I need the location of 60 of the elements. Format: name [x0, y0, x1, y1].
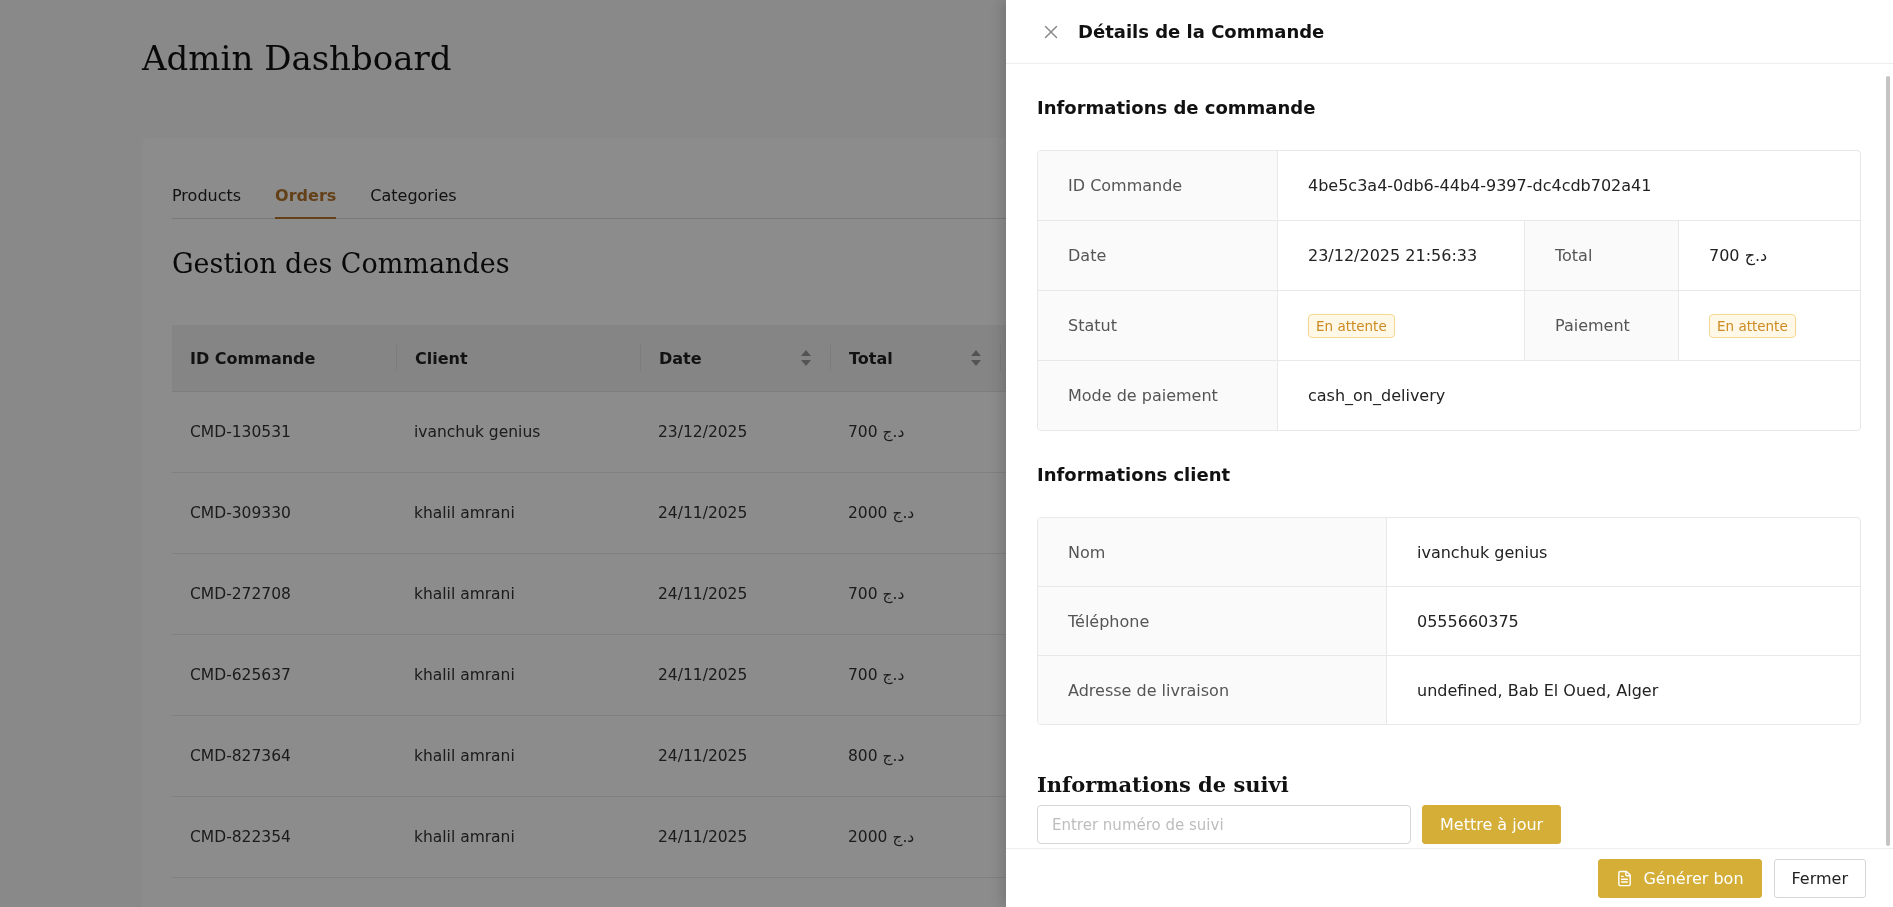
status-badge: En attente — [1709, 313, 1796, 338]
table-cell-text: 700 د.ج — [847, 423, 906, 441]
field-value: 4be5c3a4-0db6-44b4-9397-dc4cdb702a41 — [1308, 176, 1652, 195]
table-cell-text: khalil amrani — [413, 585, 516, 603]
field-label: Date — [1038, 221, 1277, 290]
table-cell-text: khalil amrani — [413, 504, 516, 522]
tracking-input[interactable]: Entrer numéro de suivi — [1037, 805, 1411, 844]
tab[interactable]: Products — [172, 178, 242, 219]
sort-icon[interactable] — [800, 349, 812, 367]
section-heading: Informations de suivi — [1037, 771, 1290, 799]
field-label: Adresse de livraison — [1038, 656, 1386, 724]
column-header: ID Commande — [190, 348, 316, 368]
field-value: 23/12/2025 21:56:33 — [1308, 246, 1478, 265]
table-cell-text: 2000 د.ج — [847, 828, 916, 846]
table-cell-text: khalil amrani — [413, 828, 516, 846]
field-label: Nom — [1038, 518, 1386, 586]
tab[interactable]: Categories — [370, 178, 457, 219]
close-button[interactable]: Fermer — [1773, 858, 1866, 898]
section-heading: Informations client — [1037, 462, 1232, 487]
field-label: Téléphone — [1038, 587, 1386, 655]
section-heading: Informations de commande — [1037, 95, 1317, 120]
section-title: Gestion des Commandes — [172, 247, 510, 281]
status-badge: En attente — [1308, 313, 1395, 338]
field-label: Paiement — [1524, 291, 1678, 360]
document-icon — [1616, 869, 1634, 887]
table-cell-text: khalil amrani — [413, 666, 516, 684]
table-cell-text: 24/11/2025 — [657, 666, 749, 684]
table-cell-text: 700 د.ج — [847, 666, 906, 684]
field-value: cash_on_delivery — [1308, 386, 1446, 405]
table-cell-text: 24/11/2025 — [657, 585, 749, 603]
field-label: ID Commande — [1038, 151, 1277, 220]
table-cell-text: CMD-130531 — [189, 423, 292, 441]
sort-icon[interactable] — [970, 349, 982, 367]
table-cell-text: CMD-827364 — [189, 747, 292, 765]
table-cell-text: 24/11/2025 — [657, 747, 749, 765]
table-cell-text: 2000 د.ج — [847, 504, 916, 522]
field-value: 700 د.ج — [1709, 246, 1768, 265]
table-cell-text: 23/12/2025 — [657, 423, 749, 441]
field-label: Total — [1524, 221, 1678, 290]
table-cell-text: CMD-625637 — [189, 666, 292, 684]
column-header: Total — [849, 348, 893, 368]
field-value: 0555660375 — [1417, 611, 1519, 631]
scrollbar-thumb[interactable] — [1886, 76, 1890, 846]
drawer-title: Détails de la Commande — [1078, 21, 1325, 42]
column-header: Date — [659, 348, 702, 368]
field-value: undefined, Bab El Oued, Alger — [1417, 680, 1659, 700]
page-title: Admin Dashboard — [142, 37, 453, 80]
table-cell-text: 700 د.ج — [847, 585, 906, 603]
field-label: Statut — [1038, 291, 1277, 360]
field-label: Mode de paiement — [1038, 361, 1277, 430]
table-cell-text: 24/11/2025 — [657, 828, 749, 846]
column-header: Client — [415, 348, 468, 368]
table-cell-text: 800 د.ج — [847, 747, 906, 765]
table-cell-text: CMD-309330 — [189, 504, 292, 522]
field-value: ivanchuk genius — [1417, 542, 1548, 562]
table-cell-text: 24/11/2025 — [657, 504, 749, 522]
table-cell-text: CMD-272708 — [189, 585, 292, 603]
table-cell-text: khalil amrani — [413, 747, 516, 765]
table-cell-text: CMD-822354 — [189, 828, 292, 846]
table-cell-text: ivanchuk genius — [413, 423, 542, 441]
